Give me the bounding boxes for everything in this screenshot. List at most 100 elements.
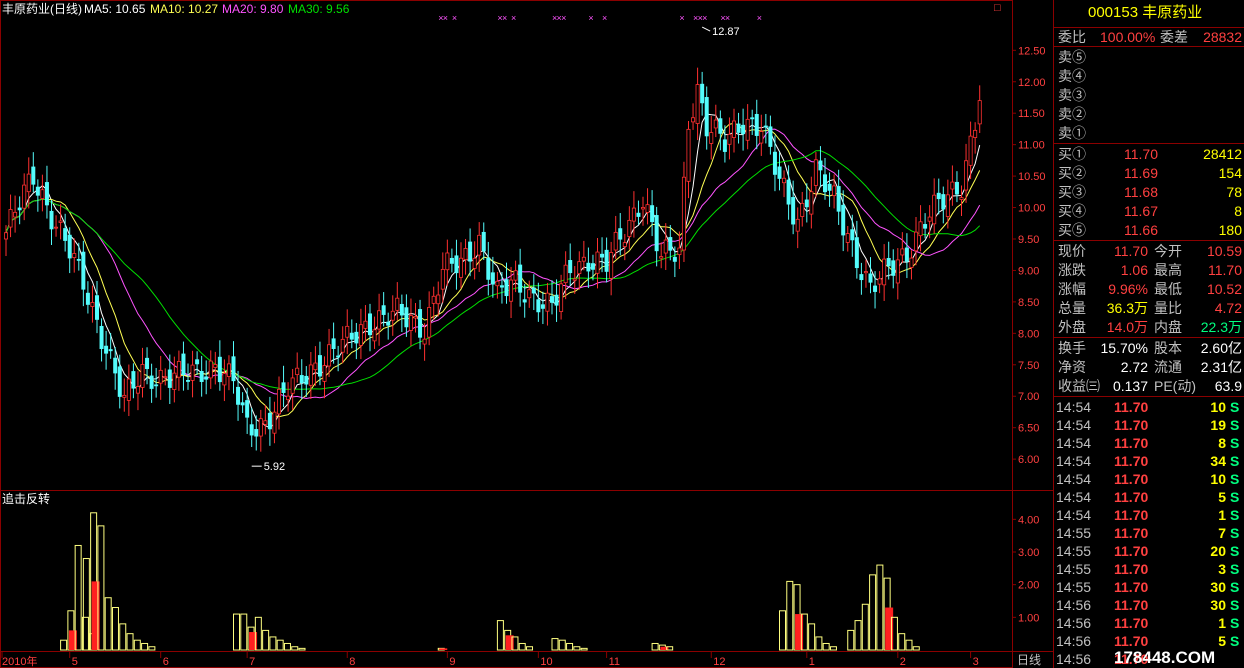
candle	[854, 237, 859, 269]
candle	[750, 117, 755, 120]
tick-row: 14:56 11.70 30 S	[1056, 597, 1240, 613]
candle	[367, 313, 372, 336]
candle	[204, 376, 209, 380]
candle	[349, 332, 354, 340]
candle	[336, 355, 341, 358]
legend-ma30: MA30: 9.56	[288, 2, 350, 16]
candle	[304, 375, 309, 385]
candle	[736, 123, 741, 133]
date-tick-label: 12	[713, 656, 725, 668]
candle	[154, 384, 159, 387]
chart-frame	[0, 0, 1013, 668]
candle	[354, 331, 359, 344]
candle	[622, 242, 627, 247]
indicator-bar	[854, 620, 862, 651]
candle	[732, 120, 737, 138]
weicha-value: 28832	[1203, 29, 1242, 45]
candle	[832, 185, 837, 197]
candle	[959, 197, 964, 200]
date-tick-label: 5	[72, 656, 78, 668]
restore-icon[interactable]: □	[994, 2, 1001, 14]
tick-row: 14:54 11.70 10 S	[1056, 471, 1240, 487]
period-label: 日线	[1017, 653, 1041, 667]
indicator-bar	[551, 638, 559, 651]
candle	[713, 119, 718, 129]
candle	[76, 259, 81, 261]
weibi-value: 100.00%	[1100, 29, 1156, 45]
candle	[977, 100, 982, 125]
stat-row: 换手 15.70% 股本 2.60亿	[1058, 340, 1242, 356]
weibi-row: 委比 100.00% 委差 28832	[1058, 29, 1242, 45]
candle	[345, 325, 350, 338]
price-tick-label: 6.50	[1018, 423, 1039, 435]
event-marker: ×	[725, 13, 730, 23]
candle	[463, 248, 468, 260]
candle	[299, 375, 304, 384]
indicator-fill-bar	[249, 632, 258, 650]
candle	[823, 174, 828, 193]
stock-title: 000153 丰原药业	[1088, 4, 1203, 21]
kline-chart[interactable]: × × × × × × × × × × × × × × × × × × 12.5012.0011.5011.001…	[0, 0, 1053, 668]
indicator-fill-bar	[68, 630, 77, 650]
date-tick-label: 8	[349, 656, 355, 668]
candle	[22, 184, 27, 209]
candle	[108, 349, 113, 352]
candle	[418, 309, 423, 338]
sell-row: 卖②	[1058, 106, 1086, 122]
indicator-bar	[869, 574, 877, 651]
candle	[618, 228, 623, 240]
event-marker: ×	[602, 13, 607, 23]
candle	[759, 131, 764, 144]
candles	[4, 67, 982, 452]
candle	[654, 215, 659, 252]
indicator-bar	[580, 647, 588, 651]
indicator-bar	[905, 639, 913, 651]
candle	[809, 191, 814, 215]
candle	[245, 400, 250, 418]
indicator-bar	[829, 646, 837, 651]
candle	[422, 338, 427, 345]
candle	[782, 177, 787, 184]
candle	[486, 257, 491, 280]
indicator-bar	[291, 646, 299, 651]
indicator-bar	[558, 639, 566, 651]
price-tick-label: 6.00	[1018, 454, 1039, 466]
candle	[645, 204, 650, 213]
candle	[672, 256, 677, 262]
candle	[240, 402, 245, 406]
candle	[445, 252, 450, 271]
tick-row: 14:54 11.70 5 S	[1056, 489, 1240, 505]
price-tick-label: 7.00	[1018, 391, 1039, 403]
price-tick-label: 9.00	[1018, 265, 1039, 277]
candle	[358, 324, 363, 346]
candle	[804, 199, 809, 208]
candle	[631, 207, 636, 222]
indicator-bar	[148, 646, 156, 651]
candle	[777, 166, 782, 179]
tick-row: 14:54 11.70 34 S	[1056, 453, 1240, 469]
candle	[873, 285, 878, 292]
candle	[763, 125, 768, 128]
candle	[85, 292, 90, 305]
date-tick-label: 6	[163, 656, 169, 668]
candle	[263, 420, 268, 425]
candle	[181, 353, 186, 375]
candle	[554, 294, 559, 306]
candle	[659, 256, 664, 259]
candle	[208, 360, 213, 379]
date-tick-label: 1	[809, 656, 815, 668]
candle	[413, 316, 418, 319]
indicator-bar	[104, 597, 112, 651]
candle	[691, 117, 696, 123]
candle	[650, 205, 655, 223]
candle	[836, 186, 841, 212]
indicator-bar	[786, 580, 794, 651]
indicator-bar	[119, 623, 127, 651]
candle	[377, 310, 382, 330]
watermark: 178448.COM	[1114, 648, 1216, 667]
candle	[964, 160, 969, 191]
event-marker: ×	[502, 13, 507, 23]
buy-row: 买③ 11.68 78	[1058, 184, 1242, 200]
candle	[431, 295, 436, 304]
candle	[249, 424, 254, 436]
